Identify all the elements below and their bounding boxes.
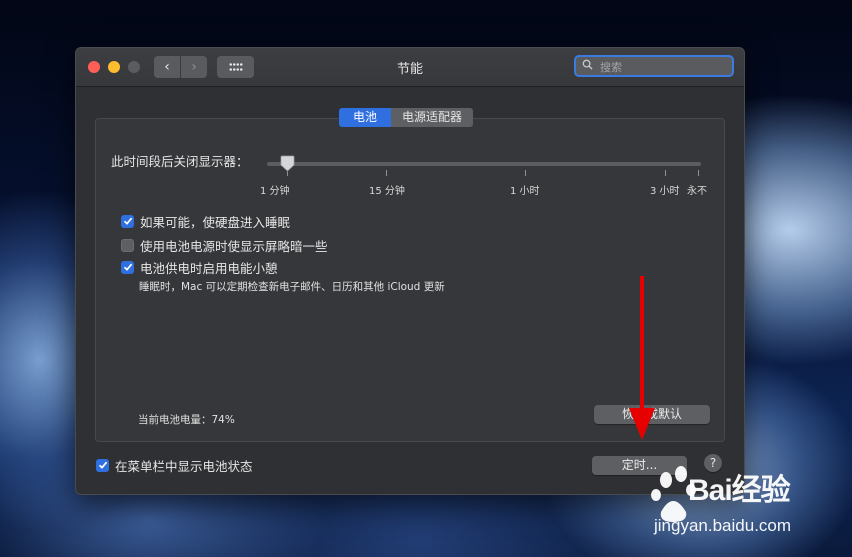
annotation-arrow-icon — [629, 276, 655, 440]
watermark-brand: Bai经验 — [688, 474, 791, 507]
tick-label-3hours: 3 小时 — [650, 186, 680, 197]
option-label: 如果可能，使硬盘进入睡眠 — [140, 214, 291, 230]
tick-label-1hour: 1 小时 — [510, 186, 540, 197]
slider-tick — [386, 170, 387, 176]
tick-label-15min: 15 分钟 — [369, 186, 405, 197]
checkbox-checked[interactable] — [96, 458, 109, 472]
search-placeholder: 搜索 — [600, 61, 622, 74]
battery-level-text: 当前电池电量：74% — [138, 414, 235, 426]
tab-bar: 电池 电源适配器 — [339, 108, 474, 127]
checkmark-icon — [98, 461, 107, 469]
option-hard-disk-sleep[interactable]: 如果可能，使硬盘进入睡眠 — [121, 213, 291, 230]
power-nap-hint: 睡眠时，Mac 可以定期检查新电子邮件、日历和其他 iCloud 更新 — [139, 281, 445, 293]
slider-tick — [698, 170, 699, 176]
slider-tick — [287, 170, 288, 176]
tick-label-1min: 1 分钟 — [260, 186, 290, 197]
search-icon — [582, 59, 593, 70]
option-label: 在菜单栏中显示电池状态 — [115, 458, 253, 474]
tab-battery[interactable]: 电池 — [339, 108, 392, 127]
option-dim-display[interactable]: 使用电池电源时使显示屏略暗一些 — [121, 237, 328, 254]
display-sleep-label: 此时间段后关闭显示器： — [111, 154, 249, 169]
checkbox-checked[interactable] — [121, 214, 134, 228]
option-power-nap[interactable]: 电池供电时启用电能小憩 — [121, 259, 278, 276]
title-bar: ‹ › 节能 搜索 — [76, 48, 744, 87]
display-sleep-slider-track[interactable] — [267, 162, 701, 166]
tab-power-adapter[interactable]: 电源适配器 — [391, 108, 474, 127]
watermark-url: jingyan.baidu.com — [654, 516, 792, 535]
option-show-battery-in-menubar[interactable]: 在菜单栏中显示电池状态 — [96, 457, 253, 474]
checkbox-checked[interactable] — [121, 260, 134, 274]
option-label: 使用电池电源时使显示屏略暗一些 — [140, 238, 328, 254]
checkmark-icon — [123, 217, 132, 225]
tick-label-never: 永不 — [687, 186, 707, 197]
checkmark-icon — [123, 263, 132, 271]
search-field[interactable]: 搜索 — [574, 55, 734, 77]
slider-tick — [525, 170, 526, 176]
checkbox-unchecked[interactable] — [121, 238, 134, 252]
option-label: 电池供电时启用电能小憩 — [140, 260, 278, 276]
slider-tick — [665, 170, 666, 176]
